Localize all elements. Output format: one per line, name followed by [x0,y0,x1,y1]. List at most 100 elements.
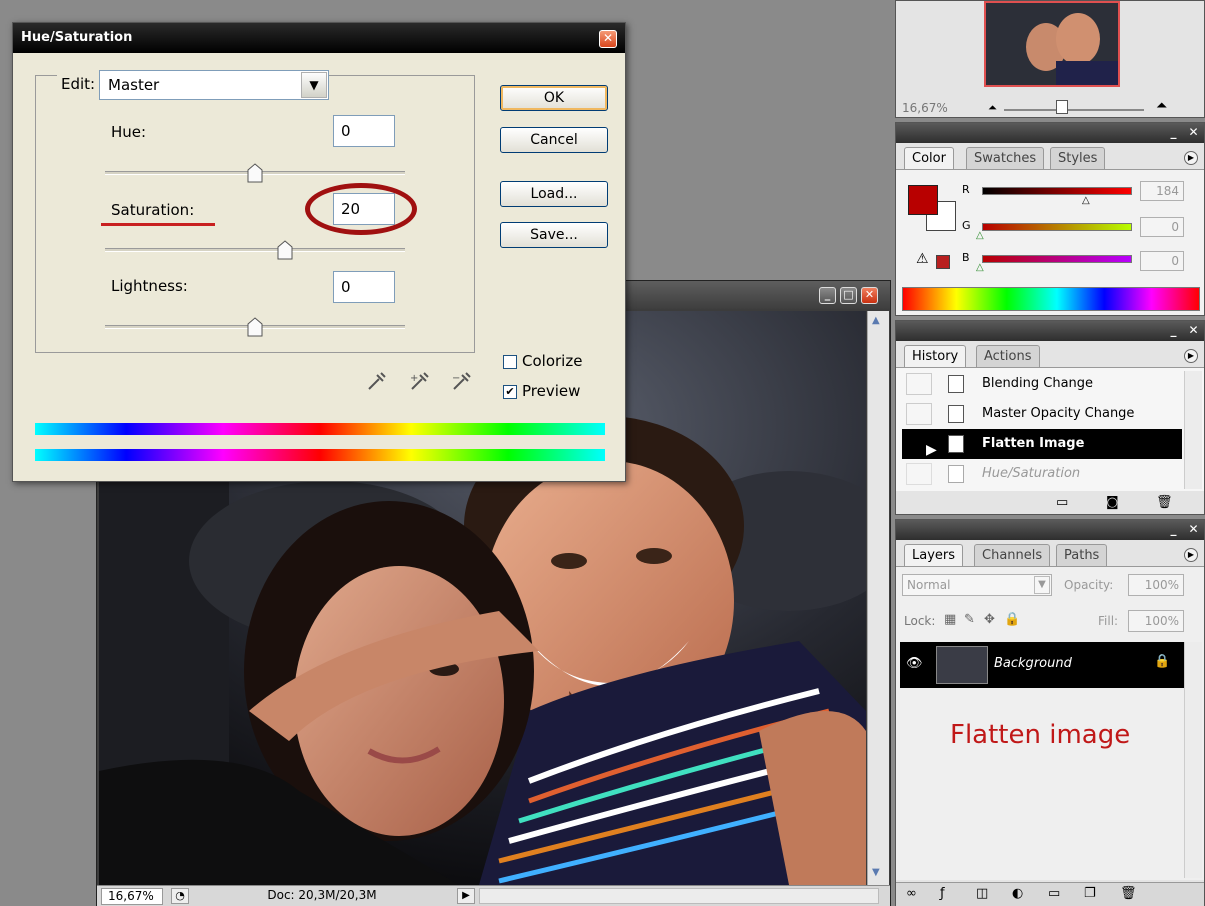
new-group-icon[interactable]: ▭ [1048,886,1060,901]
history-brush-slot[interactable] [906,373,932,395]
panel-menu-icon[interactable]: ▶ [1184,349,1198,363]
trash-icon[interactable]: 🗑 [1120,886,1137,901]
trash-icon[interactable]: 🗑 [1156,495,1173,510]
b-slider-thumb[interactable]: △ [976,262,984,273]
history-panel-titlebar[interactable]: _ ✕ [896,321,1204,341]
blend-mode-select[interactable]: Normal [902,574,1052,596]
layers-scrollbar[interactable] [1184,642,1202,878]
eyedropper-plus-icon[interactable]: + [408,369,432,393]
lock-move-icon[interactable]: ✥ [984,612,995,627]
zoom-field[interactable]: 16,67% [101,888,163,905]
panel-menu-icon[interactable]: ▶ [1184,151,1198,165]
panel-menu-icon[interactable]: ▶ [1184,548,1198,562]
tab-channels[interactable]: Channels [974,544,1051,566]
minimize-icon[interactable]: _ [819,287,836,304]
lock-brush-icon[interactable]: ✎ [964,612,975,627]
tab-history[interactable]: History [904,345,967,367]
hue-input[interactable]: 0 [333,115,395,147]
lock-all-icon[interactable]: 🔒 [1004,612,1020,627]
color-panel-titlebar[interactable]: _ ✕ [896,123,1204,143]
history-brush-slot[interactable] [906,403,932,425]
foreground-color-swatch[interactable] [908,185,938,215]
eyedropper-minus-icon[interactable]: − [450,369,474,393]
navigator-zoom-thumb[interactable] [1056,100,1068,114]
r-slider[interactable] [982,187,1132,195]
load-button[interactable]: Load... [500,181,608,207]
layer-style-icon[interactable]: ƒ [940,886,945,901]
save-button[interactable]: Save... [500,222,608,248]
chevron-down-icon[interactable]: ▼ [1034,576,1050,594]
layer-name[interactable]: Background [994,656,1072,671]
panel-close-icon[interactable]: ✕ [1186,522,1201,537]
opacity-input[interactable]: 100% [1128,574,1184,596]
history-item-undone[interactable]: Hue/Saturation [902,459,1182,489]
history-item-selected[interactable]: ▶ Flatten Image [902,429,1182,459]
g-value[interactable]: 0 [1140,217,1184,237]
color-spectrum-ramp[interactable] [902,287,1200,311]
dialog-close-button[interactable]: ✕ [599,30,617,48]
new-document-from-state-icon[interactable]: ▭ [1056,495,1068,510]
cancel-button[interactable]: Cancel [500,127,608,153]
saturation-slider-track[interactable] [105,248,405,252]
new-snapshot-icon[interactable]: ◙ [1106,495,1119,510]
scroll-up-icon[interactable]: ▲ [872,315,880,326]
maximize-icon[interactable]: □ [840,287,857,304]
tab-swatches[interactable]: Swatches [966,147,1045,169]
colorize-checkbox[interactable] [503,355,517,369]
navigator-zoom-slider[interactable] [1004,109,1144,111]
link-layers-icon[interactable]: ∞ [906,886,917,901]
history-brush-slot[interactable] [906,463,932,485]
lightness-input[interactable]: 0 [333,271,395,303]
tab-actions[interactable]: Actions [976,345,1040,367]
g-slider[interactable] [982,223,1132,231]
panel-close-icon[interactable]: ✕ [1186,323,1201,338]
new-layer-icon[interactable]: ❐ [1084,886,1096,901]
b-slider[interactable] [982,255,1132,263]
history-item[interactable]: Master Opacity Change [902,399,1182,429]
r-slider-thumb[interactable]: △ [1082,195,1090,206]
zoom-in-icon[interactable]: ⏶ [1156,98,1167,114]
hue-slider-thumb[interactable] [247,163,263,183]
navigator-thumbnail[interactable] [984,1,1120,87]
close-icon[interactable]: ✕ [861,287,878,304]
panel-minimize-icon[interactable]: _ [1166,522,1181,537]
layer-mask-icon[interactable]: ◫ [976,886,988,901]
lock-transparency-icon[interactable]: ▦ [944,612,956,627]
chevron-down-icon[interactable]: ▼ [301,72,327,98]
document-horizontal-scrollbar[interactable] [479,888,879,904]
tab-layers[interactable]: Layers [904,544,964,566]
saturation-slider-thumb[interactable] [277,240,293,260]
r-value[interactable]: 184 [1140,181,1184,201]
layer-row-background[interactable]: 👁 Background 🔒 [900,642,1184,688]
zoom-out-icon[interactable]: ⏶ [988,101,997,115]
b-value[interactable]: 0 [1140,251,1184,271]
status-menu-arrow-icon[interactable]: ▶ [457,888,475,904]
visibility-eye-icon[interactable]: 👁 [906,656,923,671]
layers-panel-titlebar[interactable]: _ ✕ [896,520,1204,540]
dialog-title[interactable]: Hue/Saturation [13,23,625,53]
panel-minimize-icon[interactable]: _ [1166,323,1181,338]
history-item[interactable]: Blending Change [902,369,1182,399]
history-scrollbar[interactable] [1184,371,1202,489]
tab-styles[interactable]: Styles [1050,147,1106,169]
gamut-color-swatch[interactable] [936,255,950,269]
scroll-down-icon[interactable]: ▼ [872,867,880,878]
ok-button[interactable]: OK [500,85,608,111]
panel-close-icon[interactable]: ✕ [1186,125,1201,140]
gamut-warning-icon[interactable]: ⚠ [916,251,929,267]
layers-panel: _ ✕ Layers Channels Paths ▶ Normal ▼ Opa… [895,519,1205,906]
tab-color[interactable]: Color [904,147,954,169]
g-slider-thumb[interactable]: △ [976,230,984,241]
edit-channel-select[interactable]: Master [99,70,329,100]
document-vertical-scrollbar[interactable]: ▲ ▼ [867,311,889,885]
tab-paths[interactable]: Paths [1056,544,1108,566]
preview-checkbox[interactable]: ✔ [503,385,517,399]
panel-minimize-icon[interactable]: _ [1166,125,1181,140]
adjustment-layer-icon[interactable]: ◐ [1012,886,1023,901]
fill-input[interactable]: 100% [1128,610,1184,632]
eyedropper-icon[interactable] [365,369,389,393]
status-options-icon[interactable]: ◔ [171,888,189,904]
b-label: B [962,251,970,264]
lightness-slider-thumb[interactable] [247,317,263,337]
navigator-zoom[interactable]: 16,67% [902,99,982,117]
